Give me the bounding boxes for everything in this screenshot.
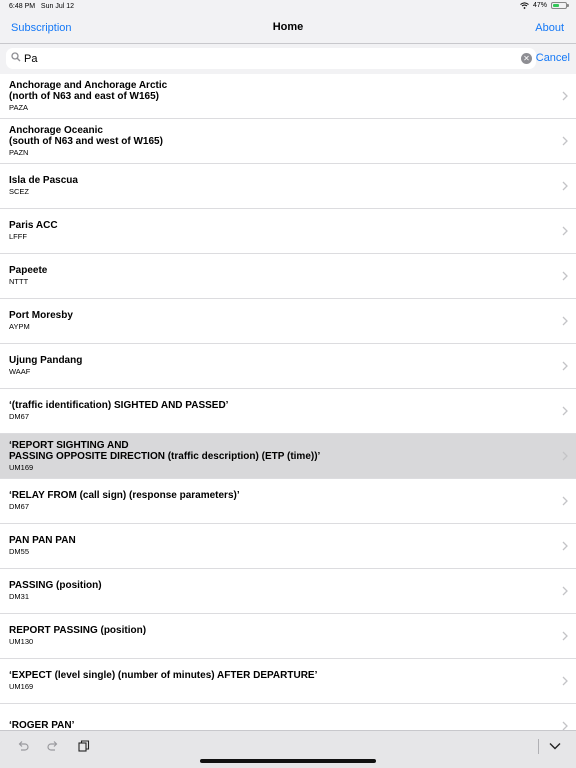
list-item[interactable]: Ujung Pandang WAAF	[0, 344, 576, 389]
list-item-title: Ujung Pandang	[9, 355, 83, 367]
list-item-title: Anchorage Oceanic (south of N63 and west…	[9, 124, 163, 148]
clear-icon[interactable]: ✕	[521, 53, 532, 64]
list-item-text: ‘EXPECT (level single) (number of minute…	[9, 659, 546, 703]
list-item-code: UM169	[9, 462, 34, 472]
list-item-code: DM31	[9, 591, 30, 601]
list-item[interactable]: ‘RELAY FROM (call sign) (response parame…	[0, 479, 576, 524]
list-item[interactable]: PAN PAN PAN DM55	[0, 524, 576, 569]
list-item-text: PAN PAN PAN DM55	[9, 524, 546, 568]
list-item[interactable]: ‘(traffic identification) SIGHTED AND PA…	[0, 389, 576, 434]
list-item-code: DM55	[9, 546, 30, 556]
list-item-title: Port Moresby	[9, 310, 73, 322]
battery-icon	[551, 2, 569, 9]
chevron-right-icon	[562, 406, 568, 416]
list-item[interactable]: ‘ROGER PAN’	[0, 704, 576, 730]
chevron-right-icon	[562, 361, 568, 371]
search-icon	[11, 52, 21, 62]
list-item-text: ‘ROGER PAN’	[9, 704, 546, 730]
list-item-text: Anchorage Oceanic (south of N63 and west…	[9, 119, 546, 163]
list-item-title: ‘RELAY FROM (call sign) (response parame…	[9, 490, 240, 502]
list-item-text: Papeete NTTT	[9, 254, 546, 298]
chevron-right-icon	[562, 136, 568, 146]
chevron-right-icon	[562, 586, 568, 596]
redo-icon[interactable]	[46, 739, 60, 753]
list-item-title: ‘(traffic identification) SIGHTED AND PA…	[9, 400, 229, 412]
chevron-right-icon	[562, 226, 568, 236]
status-bar: 6:48 PM Sun Jul 12 47%	[0, 0, 576, 13]
list-item[interactable]: Papeete NTTT	[0, 254, 576, 299]
list-item-code: PAZA	[9, 102, 29, 112]
list-item[interactable]: Anchorage and Anchorage Arctic (north of…	[0, 74, 576, 119]
list-item[interactable]: Isla de Pascua SCEZ	[0, 164, 576, 209]
list-item-text: Isla de Pascua SCEZ	[9, 164, 546, 208]
search-field[interactable]: ✕	[6, 48, 536, 69]
list-item-code: DM67	[9, 411, 30, 421]
list-item-code: LFFF	[9, 231, 27, 241]
status-date: Sun Jul 12	[40, 3, 75, 10]
list-item-text: REPORT PASSING (position) UM130	[9, 614, 546, 658]
copy-icon[interactable]	[77, 739, 91, 753]
list-item-title: PASSING (position)	[9, 580, 102, 592]
undo-icon[interactable]	[16, 739, 30, 753]
list-item-title: Paris ACC	[9, 220, 58, 232]
chevron-right-icon	[562, 451, 568, 461]
chevron-down-icon[interactable]	[548, 741, 562, 751]
wifi-icon	[520, 2, 529, 9]
list-item-text: ‘RELAY FROM (call sign) (response parame…	[9, 479, 546, 523]
chevron-right-icon	[562, 316, 568, 326]
list-item-text: ‘REPORT SIGHTING AND PASSING OPPOSITE DI…	[9, 434, 546, 478]
list-item-code: UM130	[9, 636, 34, 646]
cancel-button[interactable]: Cancel	[536, 52, 570, 64]
page-title: Home	[272, 21, 304, 33]
chevron-right-icon	[562, 271, 568, 281]
status-time-date: 6:48 PM Sun Jul 12	[9, 3, 74, 10]
chevron-right-icon	[562, 181, 568, 191]
list-item-code: UM169	[9, 681, 34, 691]
chevron-right-icon	[562, 721, 568, 730]
chevron-right-icon	[562, 631, 568, 641]
list-item[interactable]: ‘REPORT SIGHTING AND PASSING OPPOSITE DI…	[0, 434, 576, 479]
chevron-right-icon	[562, 541, 568, 551]
list-item[interactable]: PASSING (position) DM31	[0, 569, 576, 614]
list-item-title: ‘ROGER PAN’	[9, 720, 75, 730]
list-item-text: PASSING (position) DM31	[9, 569, 546, 613]
status-right: 47%	[520, 2, 569, 9]
list-item-title: ‘REPORT SIGHTING AND PASSING OPPOSITE DI…	[9, 439, 321, 463]
results-list[interactable]: Anchorage and Anchorage Arctic (north of…	[0, 74, 576, 730]
list-item-code: DM67	[9, 501, 30, 511]
list-item[interactable]: Port Moresby AYPM	[0, 299, 576, 344]
list-item-text: Ujung Pandang WAAF	[9, 344, 546, 388]
list-item-title: Anchorage and Anchorage Arctic (north of…	[9, 79, 168, 103]
about-button[interactable]: About	[535, 22, 564, 34]
list-item-text: Anchorage and Anchorage Arctic (north of…	[9, 74, 546, 118]
list-item-code: WAAF	[9, 366, 31, 376]
list-item-code: AYPM	[9, 321, 30, 331]
list-item-text: Paris ACC LFFF	[9, 209, 546, 253]
list-item-code: NTTT	[9, 276, 29, 286]
list-item-title: ‘EXPECT (level single) (number of minute…	[9, 670, 318, 682]
list-item-code: SCEZ	[9, 186, 30, 196]
chevron-right-icon	[562, 91, 568, 101]
search-input[interactable]	[24, 51, 514, 66]
chevron-right-icon	[562, 496, 568, 506]
status-time: 6:48 PM	[9, 3, 36, 10]
nav-bar: Subscription Home About	[0, 13, 576, 44]
list-item-code: PAZN	[9, 147, 29, 157]
chevron-right-icon	[562, 676, 568, 686]
list-item[interactable]: Paris ACC LFFF	[0, 209, 576, 254]
list-item-text: Port Moresby AYPM	[9, 299, 546, 343]
search-bar: ✕ Cancel	[0, 44, 576, 74]
list-item-title: Papeete	[9, 265, 48, 277]
list-item-title: PAN PAN PAN	[9, 535, 76, 547]
list-item[interactable]: Anchorage Oceanic (south of N63 and west…	[0, 119, 576, 164]
list-item-text: ‘(traffic identification) SIGHTED AND PA…	[9, 389, 546, 433]
list-item-title: Isla de Pascua	[9, 175, 78, 187]
list-item[interactable]: ‘EXPECT (level single) (number of minute…	[0, 659, 576, 704]
list-item[interactable]: REPORT PASSING (position) UM130	[0, 614, 576, 659]
home-indicator	[200, 759, 376, 763]
battery-percent: 47%	[532, 2, 547, 9]
toolbar-divider	[538, 739, 539, 754]
battery-fill	[553, 4, 559, 7]
list-item-title: REPORT PASSING (position)	[9, 625, 147, 637]
